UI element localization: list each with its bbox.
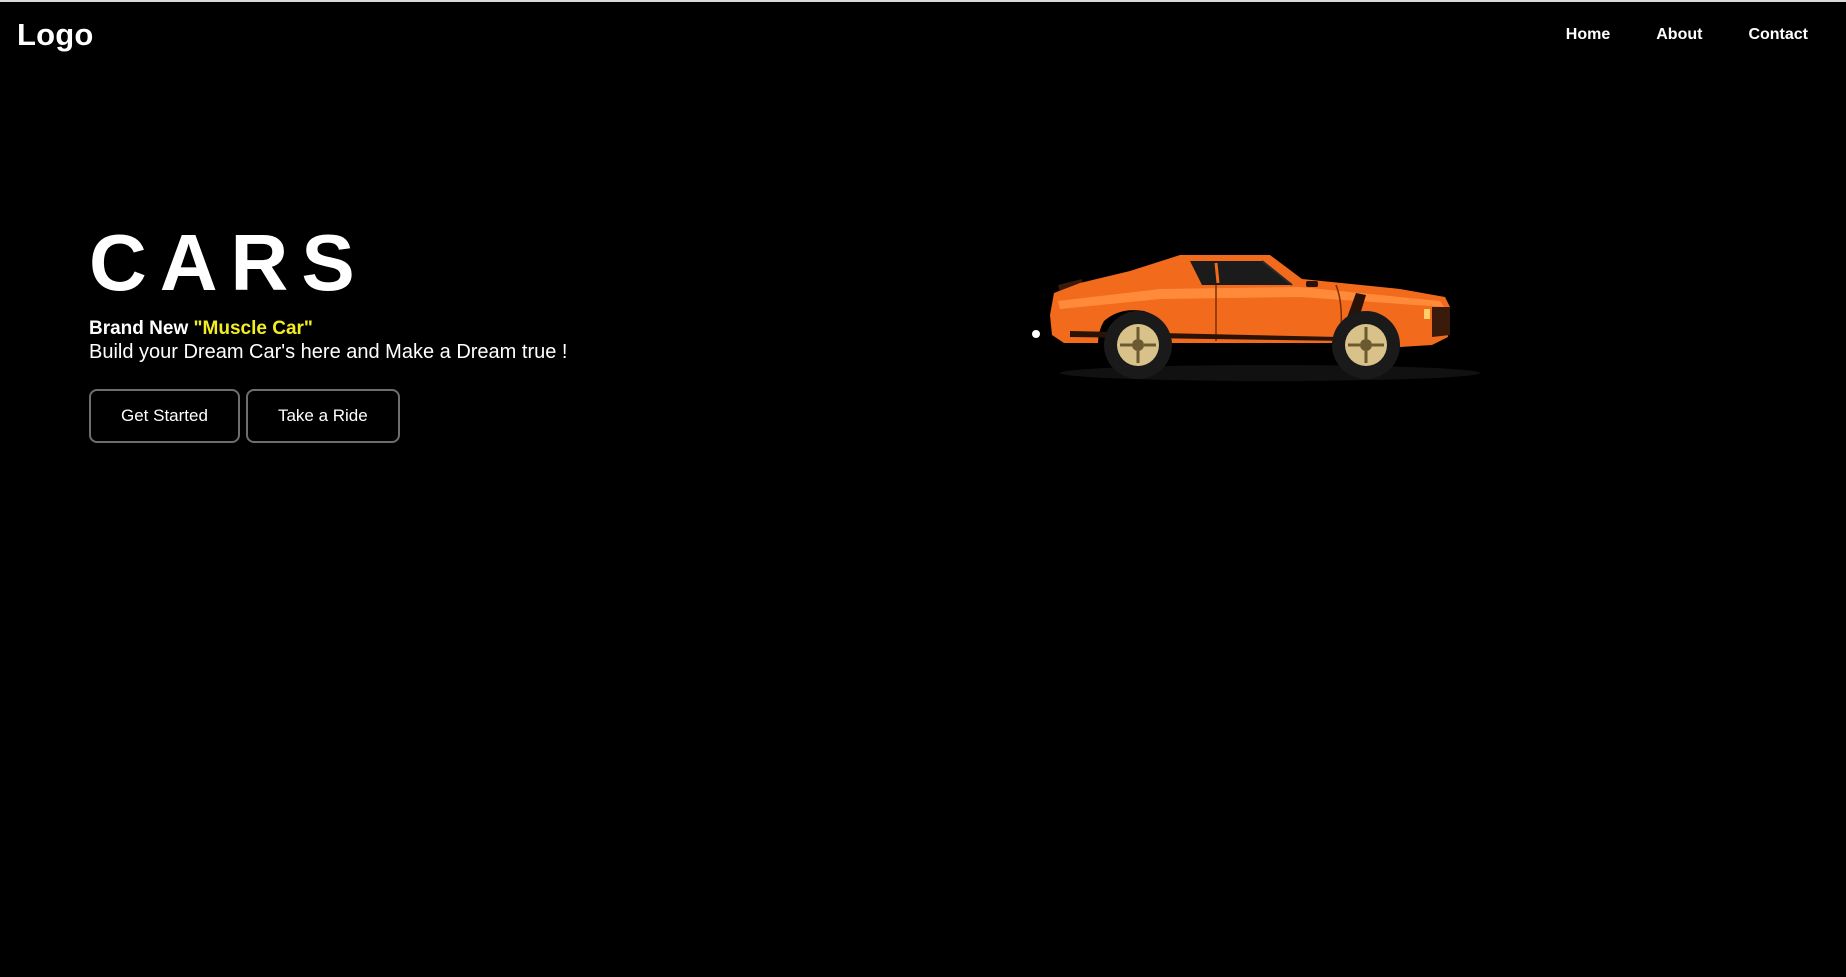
hero-section: CARS Brand New "Muscle Car" Build your D… (89, 220, 567, 443)
navbar: Logo Home About Contact (0, 2, 1846, 70)
nav-link-contact[interactable]: Contact (1748, 26, 1808, 44)
tagline-prefix: Brand New (89, 318, 189, 339)
hero-subtitle: Build your Dream Car's here and Make a D… (89, 341, 568, 363)
nav-link-home[interactable]: Home (1566, 26, 1610, 44)
tagline-highlight: "Muscle Car" (193, 318, 313, 339)
logo[interactable]: Logo (17, 17, 94, 53)
get-started-button[interactable]: Get Started (89, 389, 240, 443)
nav-links: Home About Contact (1520, 26, 1808, 44)
hero-tagline: Brand New "Muscle Car" (89, 318, 567, 340)
slider-dot[interactable] (1032, 330, 1040, 338)
muscle-car-illustration (1050, 255, 1480, 381)
nav-link-about[interactable]: About (1656, 26, 1702, 44)
hero-title: CARS (89, 218, 368, 307)
hero-buttons: Get Started Take a Ride (89, 389, 567, 443)
take-a-ride-button[interactable]: Take a Ride (245, 389, 400, 443)
